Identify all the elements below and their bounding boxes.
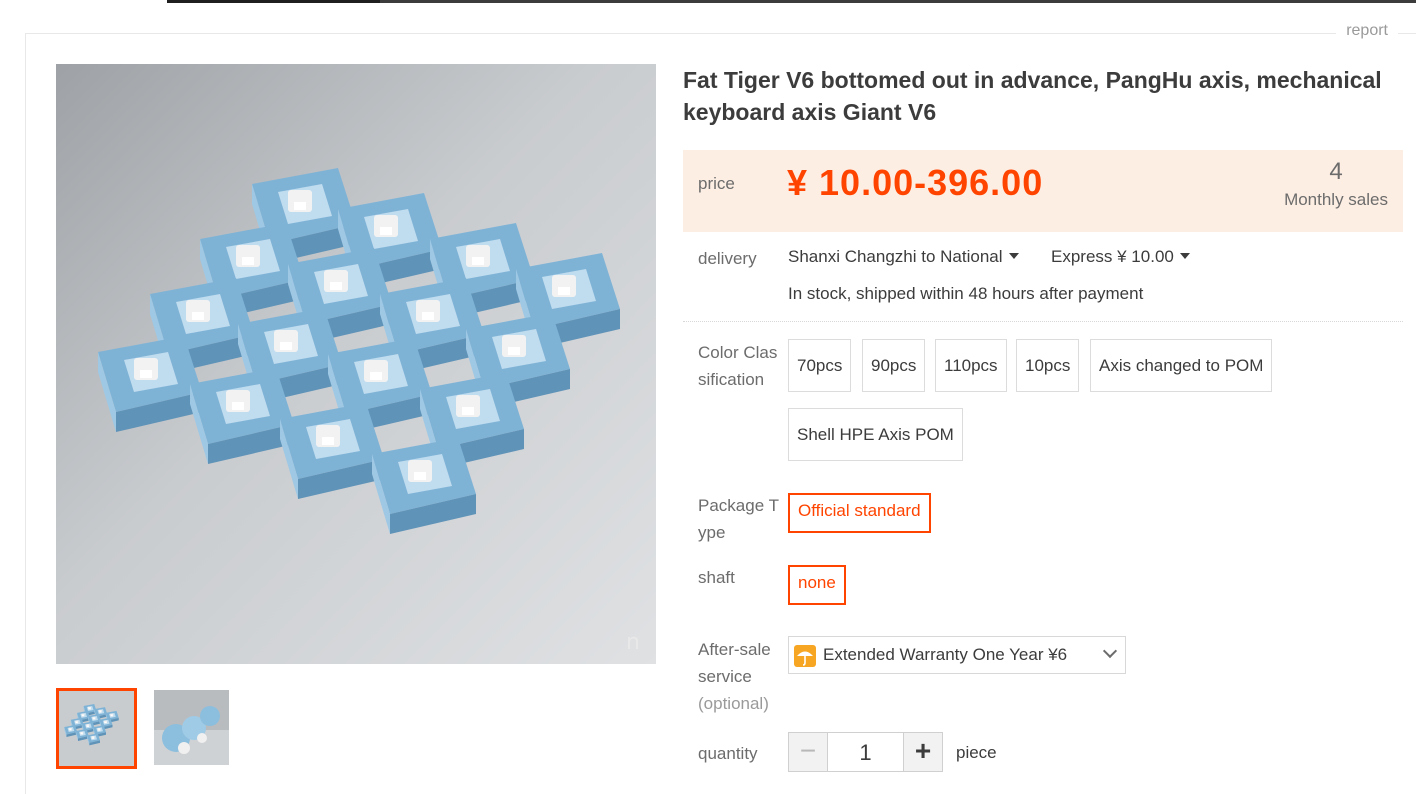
delivery-fee-text: Express ¥ 10.00 [1051,247,1174,266]
main-product-image[interactable]: n [56,64,656,664]
thumbnail-1-image [59,691,134,766]
after-sale-label: After-sale service (optional) [698,636,771,717]
product-title: Fat Tiger V6 bottomed out in advance, Pa… [683,67,1382,125]
umbrella-icon [794,645,816,667]
quantity-increase-button[interactable]: + [903,732,943,772]
after-sale-line2: service [698,667,752,686]
image-watermark: n [626,630,640,655]
delivery-label: delivery [698,249,757,268]
report-wrap: report [1336,22,1398,40]
divider [683,321,1403,322]
option-90pcs[interactable]: 90pcs [862,339,926,392]
color-label-line2: sification [698,370,765,389]
option-official-standard[interactable]: Official standard [788,493,931,533]
thumbnail-2-image [154,690,229,765]
package-label-line2: ype [698,523,726,542]
after-sale-line3: (optional) [698,694,769,713]
stock-note: In stock, shipped within 48 hours after … [788,284,1144,303]
option-70pcs[interactable]: 70pcs [788,339,852,392]
option-axis-pom[interactable]: Axis changed to POM [1090,339,1273,392]
option-none[interactable]: none [788,565,846,605]
delivery-route-text: Shanxi Changzhi to National [788,247,1003,266]
top-progress-segment [167,0,380,3]
option-shell-hpe[interactable]: Shell HPE Axis POM [788,408,963,461]
delivery-fee-select[interactable]: Express ¥ 10.00 [1051,247,1190,267]
price-box: price ¥ 10.00-396.00 4 Monthly sales [683,150,1403,232]
chevron-down-icon [1102,643,1118,659]
top-progress-bar [167,0,1416,3]
price-label: price [698,174,735,193]
package-label-line1: Package T [698,496,779,515]
package-type-label: Package T ype [698,492,779,546]
option-110pcs[interactable]: 110pcs [935,339,1007,392]
keyboard-switches-photo: n [56,64,656,664]
monthly-sales: 4 Monthly sales [1284,158,1388,210]
quantity-input[interactable]: 1 [828,732,903,772]
warranty-text: Extended Warranty One Year ¥6 [823,645,1068,664]
quantity-label: quantity [698,744,758,763]
report-link[interactable]: report [1346,22,1388,39]
warranty-select[interactable]: Extended Warranty One Year ¥6 [788,636,1126,674]
thumbnail-1[interactable] [56,688,137,769]
option-10pcs[interactable]: 10pcs [1016,339,1080,392]
price-value: ¥ 10.00-396.00 [787,162,1044,203]
shaft-label: shaft [698,568,735,587]
monthly-sales-count: 4 [1329,158,1343,185]
quantity-unit: piece [956,743,997,762]
color-classification-label: Color Clas sification [698,339,777,393]
monthly-sales-label: Monthly sales [1284,190,1388,209]
delivery-route-select[interactable]: Shanxi Changzhi to National [788,247,1019,267]
quantity-decrease-button[interactable]: − [788,732,828,772]
caret-down-icon [1179,253,1190,260]
thumbnail-2[interactable] [154,690,229,765]
color-label-line1: Color Clas [698,343,778,362]
caret-down-icon [1008,253,1019,260]
after-sale-line1: After-sale [698,640,771,659]
